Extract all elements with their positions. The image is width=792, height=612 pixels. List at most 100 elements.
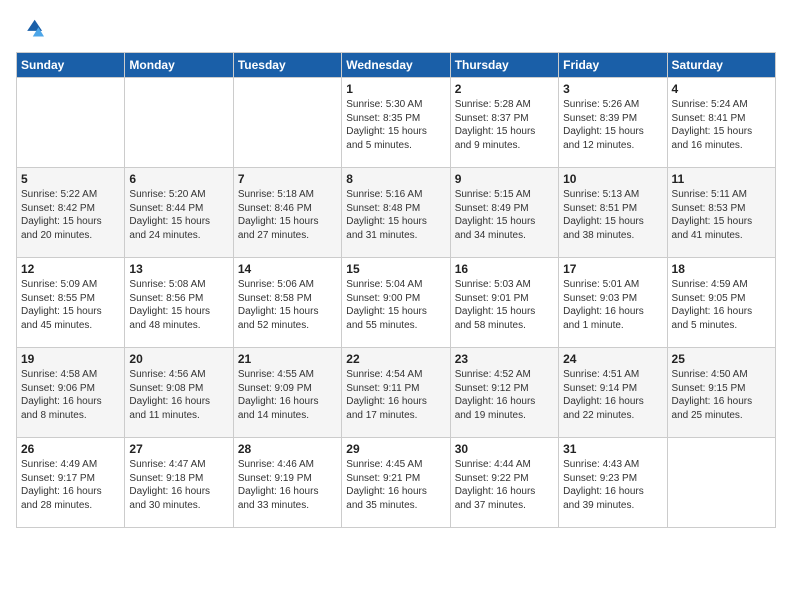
day-info: Sunrise: 5:24 AM Sunset: 8:41 PM Dayligh… xyxy=(672,98,771,152)
day-number: 16 xyxy=(455,262,554,276)
day-number: 8 xyxy=(346,172,445,186)
calendar-cell: 8Sunrise: 5:16 AM Sunset: 8:48 PM Daylig… xyxy=(342,168,450,258)
day-number: 19 xyxy=(21,352,120,366)
day-info: Sunrise: 5:13 AM Sunset: 8:51 PM Dayligh… xyxy=(563,188,662,242)
day-number: 9 xyxy=(455,172,554,186)
day-number: 26 xyxy=(21,442,120,456)
calendar-cell: 15 Sunrise: 5:04 AM Sunset: 9:00 PM Dayli… xyxy=(342,258,450,348)
calendar-cell: 18Sunrise: 4:59 AM Sunset: 9:05 PM Dayli… xyxy=(667,258,775,348)
day-info: Sunrise: 5:11 AM Sunset: 8:53 PM Dayligh… xyxy=(672,188,771,242)
calendar-cell: 3Sunrise: 5:26 AM Sunset: 8:39 PM Daylig… xyxy=(559,78,667,168)
day-info: Sunrise: 4:44 AM Sunset: 9:22 PM Dayligh… xyxy=(455,458,554,512)
calendar-cell xyxy=(233,78,341,168)
day-info: Sunrise: 5:09 AM Sunset: 8:55 PM Dayligh… xyxy=(21,278,120,332)
calendar-cell: 21 Sunrise: 4:55 AM Sunset: 9:09 PM Dayli… xyxy=(233,348,341,438)
calendar-cell: 12 Sunrise: 5:09 AM Sunset: 8:55 PM Dayli… xyxy=(17,258,125,348)
day-info: Sunrise: 4:50 AM Sunset: 9:15 PM Dayligh… xyxy=(672,368,771,422)
day-number: 15 xyxy=(346,262,445,276)
day-number: 22 xyxy=(346,352,445,366)
calendar-cell: 26 Sunrise: 4:49 AM Sunset: 9:17 PM Dayli… xyxy=(17,438,125,528)
day-info: Sunrise: 4:54 AM Sunset: 9:11 PM Dayligh… xyxy=(346,368,445,422)
calendar-cell xyxy=(667,438,775,528)
day-number: 13 xyxy=(129,262,228,276)
calendar-cell: 25 Sunrise: 4:50 AM Sunset: 9:15 PM Dayli… xyxy=(667,348,775,438)
day-number: 14 xyxy=(238,262,337,276)
day-number: 2 xyxy=(455,82,554,96)
day-number: 23 xyxy=(455,352,554,366)
day-number: 18 xyxy=(672,262,771,276)
calendar-cell: 4 Sunrise: 5:24 AM Sunset: 8:41 PM Daylig… xyxy=(667,78,775,168)
day-info: Sunrise: 5:01 AM Sunset: 9:03 PM Dayligh… xyxy=(563,278,662,332)
day-info: Sunrise: 4:52 AM Sunset: 9:12 PM Dayligh… xyxy=(455,368,554,422)
day-number: 29 xyxy=(346,442,445,456)
day-number: 11 xyxy=(672,172,771,186)
day-number: 27 xyxy=(129,442,228,456)
day-info: Sunrise: 4:43 AM Sunset: 9:23 PM Dayligh… xyxy=(563,458,662,512)
calendar-cell: 17Sunrise: 5:01 AM Sunset: 9:03 PM Dayli… xyxy=(559,258,667,348)
calendar-cell: 22 Sunrise: 4:54 AM Sunset: 9:11 PM Dayli… xyxy=(342,348,450,438)
day-number: 7 xyxy=(238,172,337,186)
calendar-cell: 31Sunrise: 4:43 AM Sunset: 9:23 PM Dayli… xyxy=(559,438,667,528)
week-row-5: 26 Sunrise: 4:49 AM Sunset: 9:17 PM Dayli… xyxy=(17,438,776,528)
day-info: Sunrise: 4:46 AM Sunset: 9:19 PM Dayligh… xyxy=(238,458,337,512)
day-header-wednesday: Wednesday xyxy=(342,53,450,78)
header xyxy=(16,16,776,44)
calendar-cell: 11 Sunrise: 5:11 AM Sunset: 8:53 PM Dayli… xyxy=(667,168,775,258)
day-info: Sunrise: 5:20 AM Sunset: 8:44 PM Dayligh… xyxy=(129,188,228,242)
day-info: Sunrise: 4:51 AM Sunset: 9:14 PM Dayligh… xyxy=(563,368,662,422)
calendar-cell: 13 Sunrise: 5:08 AM Sunset: 8:56 PM Dayli… xyxy=(125,258,233,348)
calendar-cell xyxy=(125,78,233,168)
calendar-cell: 19 Sunrise: 4:58 AM Sunset: 9:06 PM Dayli… xyxy=(17,348,125,438)
calendar-cell: 9 Sunrise: 5:15 AM Sunset: 8:49 PM Daylig… xyxy=(450,168,558,258)
day-info: Sunrise: 4:58 AM Sunset: 9:06 PM Dayligh… xyxy=(21,368,120,422)
day-header-sunday: Sunday xyxy=(17,53,125,78)
calendar-cell: 20 Sunrise: 4:56 AM Sunset: 9:08 PM Dayli… xyxy=(125,348,233,438)
day-number: 4 xyxy=(672,82,771,96)
day-number: 3 xyxy=(563,82,662,96)
calendar-cell: 10 Sunrise: 5:13 AM Sunset: 8:51 PM Dayli… xyxy=(559,168,667,258)
day-number: 30 xyxy=(455,442,554,456)
day-number: 25 xyxy=(672,352,771,366)
day-number: 5 xyxy=(21,172,120,186)
day-info: Sunrise: 4:56 AM Sunset: 9:08 PM Dayligh… xyxy=(129,368,228,422)
day-info: Sunrise: 4:55 AM Sunset: 9:09 PM Dayligh… xyxy=(238,368,337,422)
week-row-4: 19 Sunrise: 4:58 AM Sunset: 9:06 PM Dayli… xyxy=(17,348,776,438)
day-header-saturday: Saturday xyxy=(667,53,775,78)
day-number: 20 xyxy=(129,352,228,366)
day-number: 24 xyxy=(563,352,662,366)
calendar-cell: 5 Sunrise: 5:22 AM Sunset: 8:42 PM Daylig… xyxy=(17,168,125,258)
day-header-monday: Monday xyxy=(125,53,233,78)
day-number: 21 xyxy=(238,352,337,366)
day-info: Sunrise: 5:18 AM Sunset: 8:46 PM Dayligh… xyxy=(238,188,337,242)
calendar-cell: 16 Sunrise: 5:03 AM Sunset: 9:01 PM Dayli… xyxy=(450,258,558,348)
calendar-cell: 1 Sunrise: 5:30 AM Sunset: 8:35 PM Daylig… xyxy=(342,78,450,168)
calendar-cell: 30 Sunrise: 4:44 AM Sunset: 9:22 PM Dayli… xyxy=(450,438,558,528)
calendar-table: SundayMondayTuesdayWednesdayThursdayFrid… xyxy=(16,52,776,528)
day-number: 10 xyxy=(563,172,662,186)
week-row-1: 1 Sunrise: 5:30 AM Sunset: 8:35 PM Daylig… xyxy=(17,78,776,168)
day-info: Sunrise: 5:28 AM Sunset: 8:37 PM Dayligh… xyxy=(455,98,554,152)
day-info: Sunrise: 5:15 AM Sunset: 8:49 PM Dayligh… xyxy=(455,188,554,242)
day-header-thursday: Thursday xyxy=(450,53,558,78)
day-info: Sunrise: 4:49 AM Sunset: 9:17 PM Dayligh… xyxy=(21,458,120,512)
day-number: 1 xyxy=(346,82,445,96)
day-info: Sunrise: 5:30 AM Sunset: 8:35 PM Dayligh… xyxy=(346,98,445,152)
day-info: Sunrise: 4:45 AM Sunset: 9:21 PM Dayligh… xyxy=(346,458,445,512)
day-info: Sunrise: 5:03 AM Sunset: 9:01 PM Dayligh… xyxy=(455,278,554,332)
calendar-cell: 24 Sunrise: 4:51 AM Sunset: 9:14 PM Dayli… xyxy=(559,348,667,438)
week-row-3: 12 Sunrise: 5:09 AM Sunset: 8:55 PM Dayli… xyxy=(17,258,776,348)
day-header-friday: Friday xyxy=(559,53,667,78)
calendar-cell: 7 Sunrise: 5:18 AM Sunset: 8:46 PM Daylig… xyxy=(233,168,341,258)
calendar-cell: 23 Sunrise: 4:52 AM Sunset: 9:12 PM Dayli… xyxy=(450,348,558,438)
day-number: 6 xyxy=(129,172,228,186)
calendar-cell: 29 Sunrise: 4:45 AM Sunset: 9:21 PM Dayli… xyxy=(342,438,450,528)
day-number: 28 xyxy=(238,442,337,456)
day-header-tuesday: Tuesday xyxy=(233,53,341,78)
day-info: Sunrise: 5:08 AM Sunset: 8:56 PM Dayligh… xyxy=(129,278,228,332)
day-info: Sunrise: 5:06 AM Sunset: 8:58 PM Dayligh… xyxy=(238,278,337,332)
day-number: 12 xyxy=(21,262,120,276)
day-info: Sunrise: 5:22 AM Sunset: 8:42 PM Dayligh… xyxy=(21,188,120,242)
logo xyxy=(16,16,48,44)
day-info: Sunrise: 5:04 AM Sunset: 9:00 PM Dayligh… xyxy=(346,278,445,332)
logo-icon xyxy=(16,16,44,44)
